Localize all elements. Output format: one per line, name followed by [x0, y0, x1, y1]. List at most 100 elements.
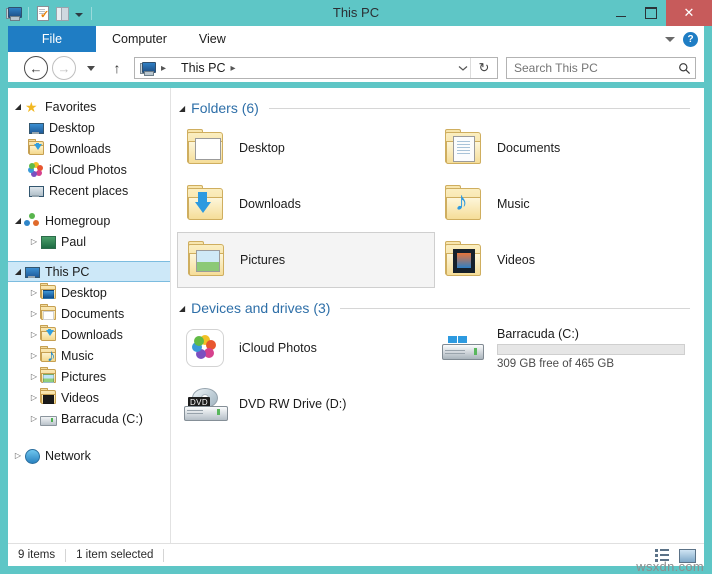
twisty-collapsed-icon[interactable]: ▷: [28, 372, 40, 381]
sidebar-item-downloads[interactable]: ▷ Downloads: [8, 324, 170, 345]
list-item[interactable]: ♪ Music: [435, 176, 693, 232]
sidebar-item-barracuda-c[interactable]: ▷ Barracuda (C:): [8, 408, 170, 429]
sidebar-label-homegroup: Homegroup: [45, 213, 111, 228]
twisty-collapsed-icon[interactable]: ▷: [28, 237, 40, 246]
tab-computer[interactable]: Computer: [96, 26, 183, 52]
list-item[interactable]: Pictures: [177, 232, 435, 288]
network-icon: [24, 448, 40, 464]
sidebar-item-this-pc[interactable]: ◢ This PC: [8, 261, 170, 282]
group-header-folders[interactable]: ◢ Folders (6): [179, 100, 704, 116]
sidebar-item-desktop-fav[interactable]: Desktop: [8, 117, 170, 138]
forward-button[interactable]: →: [52, 56, 76, 80]
back-button[interactable]: ←: [24, 56, 48, 80]
sidebar-group-favorites[interactable]: ◢ ★ Favorites: [8, 96, 170, 117]
twisty-expanded-icon[interactable]: ◢: [179, 104, 185, 113]
list-item[interactable]: Downloads: [177, 176, 435, 232]
help-icon[interactable]: ?: [683, 31, 698, 47]
search-icon[interactable]: [673, 62, 695, 75]
recent-locations-button[interactable]: [80, 57, 102, 79]
group-divider: [268, 107, 690, 109]
twisty-collapsed-icon[interactable]: ▷: [12, 451, 24, 460]
sidebar-item-paul[interactable]: ▷ Paul: [8, 231, 170, 252]
breadcrumb[interactable]: ▸ This PC ▸ ↻: [134, 57, 498, 79]
sidebar-item-documents[interactable]: ▷ Documents: [8, 303, 170, 324]
sidebar-item-pictures[interactable]: ▷ Pictures: [8, 366, 170, 387]
sidebar-item-videos[interactable]: ▷ Videos: [8, 387, 170, 408]
breadcrumb-dropdown-icon[interactable]: [457, 58, 469, 78]
twisty-collapsed-icon[interactable]: ▷: [28, 393, 40, 402]
videos-folder-icon: [40, 387, 56, 406]
list-item[interactable]: DVD DVD RW Drive (D:): [177, 376, 435, 432]
status-bar: 9 items 1 item selected: [8, 543, 704, 566]
breadcrumb-trailing-separator[interactable]: ▸: [230, 63, 235, 74]
ribbon-tab-strip: File Computer View ?: [8, 26, 704, 52]
minimize-button[interactable]: [606, 0, 636, 26]
drive-info: Barracuda (C:) 309 GB free of 465 GB: [497, 327, 685, 370]
tab-file[interactable]: File: [8, 26, 96, 52]
sidebar-label: Desktop: [61, 285, 107, 300]
sidebar-label-this-pc: This PC: [45, 264, 90, 279]
hard-drive-icon: [40, 411, 57, 427]
close-button[interactable]: ✕: [666, 0, 712, 26]
list-item[interactable]: Barracuda (C:) 309 GB free of 465 GB: [435, 320, 693, 376]
twisty-collapsed-icon[interactable]: ▷: [28, 351, 40, 360]
sidebar-item-downloads-fav[interactable]: Downloads: [8, 138, 170, 159]
search-box[interactable]: [506, 57, 696, 79]
twisty-expanded-icon[interactable]: ◢: [179, 304, 185, 313]
new-folder-icon[interactable]: [54, 5, 70, 21]
up-button[interactable]: ↑: [106, 57, 128, 79]
navigation-pane: ◢ ★ Favorites Desktop Downloads iCloud P…: [8, 88, 170, 544]
documents-folder-icon: [40, 303, 56, 322]
title-bar: ✓ This PC ✕: [0, 0, 712, 26]
twisty-collapsed-icon[interactable]: ▷: [28, 288, 40, 297]
sidebar-item-network[interactable]: ▷ Network: [8, 445, 170, 466]
sidebar-item-music[interactable]: ▷ ♪ Music: [8, 345, 170, 366]
this-pc-icon[interactable]: [6, 5, 22, 21]
sidebar-label: Pictures: [61, 369, 107, 384]
maximize-button[interactable]: [636, 0, 666, 26]
twisty-collapsed-icon[interactable]: ▷: [28, 309, 40, 318]
properties-icon[interactable]: ✓: [35, 5, 51, 21]
customize-caret-icon[interactable]: [75, 12, 83, 17]
breadcrumb-path[interactable]: This PC: [181, 61, 225, 75]
sidebar-label: Desktop: [49, 120, 95, 135]
list-item[interactable]: Videos: [435, 232, 693, 288]
homegroup-icon: [24, 212, 40, 229]
search-input[interactable]: [507, 60, 673, 76]
twisty-expanded-icon[interactable]: ◢: [12, 216, 24, 225]
group-title-devices: Devices and drives (3): [191, 300, 331, 316]
sidebar-group-homegroup[interactable]: ◢ Homegroup: [8, 210, 170, 231]
expand-ribbon-icon[interactable]: [665, 36, 675, 42]
list-item[interactable]: iCloud Photos: [177, 320, 435, 376]
twisty-expanded-icon[interactable]: ◢: [12, 102, 24, 111]
toolbar-divider-2: [91, 6, 92, 20]
twisty-collapsed-icon[interactable]: ▷: [28, 414, 40, 423]
group-header-devices[interactable]: ◢ Devices and drives (3): [179, 300, 704, 316]
twisty-collapsed-icon[interactable]: ▷: [28, 330, 40, 339]
sidebar-label: iCloud Photos: [49, 162, 127, 177]
item-label: Pictures: [240, 253, 286, 267]
downloads-folder-icon: [181, 180, 229, 228]
list-item[interactable]: Documents: [435, 120, 693, 176]
music-folder-icon: ♪: [439, 180, 487, 228]
user-icon: [40, 234, 56, 250]
list-item[interactable]: Desktop: [177, 120, 435, 176]
refresh-button[interactable]: ↻: [470, 58, 497, 78]
sidebar-label: Paul: [61, 234, 87, 249]
folders-grid: Desktop Documents Downloads ♪ Music Pict…: [171, 118, 704, 288]
music-folder-icon: ♪: [40, 345, 56, 364]
twisty-expanded-icon[interactable]: ◢: [12, 267, 24, 276]
tab-view[interactable]: View: [183, 26, 242, 52]
file-explorer-window: ✓ This PC ✕ File Computer View ? ← → ↑ ▸…: [0, 0, 712, 574]
explorer-body: ◢ ★ Favorites Desktop Downloads iCloud P…: [8, 88, 704, 544]
desktop-folder-icon: [181, 124, 229, 172]
sidebar-label: Downloads: [49, 141, 111, 156]
sidebar-item-desktop[interactable]: ▷ Desktop: [8, 282, 170, 303]
this-pc-icon: [24, 264, 40, 280]
drive-free-space: 309 GB free of 465 GB: [497, 357, 614, 370]
sidebar-item-icloud-photos-fav[interactable]: iCloud Photos: [8, 159, 170, 180]
sidebar-item-recent-places[interactable]: Recent places: [8, 180, 170, 201]
